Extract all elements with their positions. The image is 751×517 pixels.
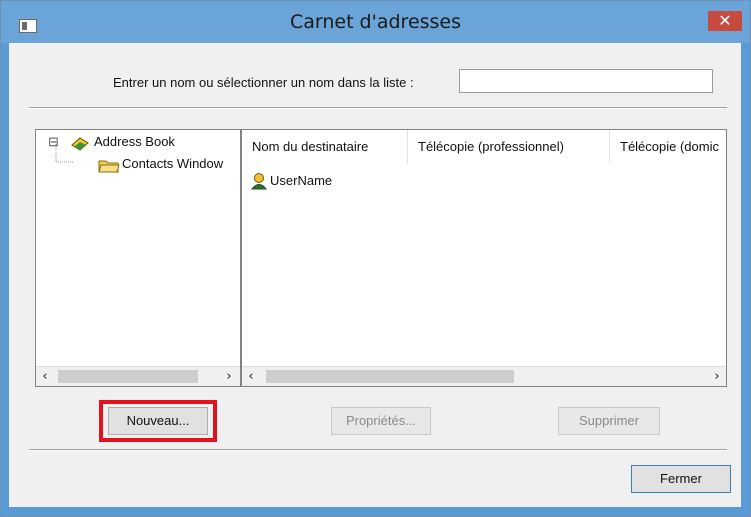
scroll-thumb[interactable] — [58, 370, 198, 383]
title-bar[interactable]: Carnet d'adresses ✕ — [1, 1, 750, 43]
column-header-recipient[interactable]: Nom du destinataire — [242, 130, 408, 164]
scroll-right-arrow-icon[interactable]: › — [708, 367, 726, 386]
scroll-left-arrow-icon[interactable]: ‹ — [36, 367, 54, 386]
bottom-separator — [29, 449, 727, 451]
address-book-dialog: Carnet d'adresses ✕ Entrer un nom ou sél… — [0, 0, 751, 517]
list-horizontal-scrollbar[interactable]: ‹ › — [242, 366, 726, 386]
tree-horizontal-scrollbar[interactable]: ‹ › — [36, 366, 240, 386]
column-header-fax-work[interactable]: Télécopie (professionnel) — [408, 130, 610, 164]
delete-button[interactable]: Supprimer — [558, 407, 660, 435]
dialog-body: Entrer un nom ou sélectionner un nom dan… — [9, 43, 741, 507]
folder-icon — [98, 160, 120, 173]
scroll-right-arrow-icon[interactable]: › — [220, 367, 238, 386]
top-separator — [29, 107, 727, 109]
close-button[interactable]: Fermer — [631, 465, 731, 493]
scroll-thumb[interactable] — [266, 370, 514, 383]
name-search-input[interactable] — [459, 69, 713, 93]
tree-item-contacts-window[interactable]: Contacts Window — [122, 156, 223, 171]
recipient-list[interactable]: Nom du destinataire Télécopie (professio… — [241, 129, 727, 387]
collapse-expander-icon[interactable]: ⊟ — [48, 134, 59, 150]
column-header-fax-home[interactable]: Télécopie (domic — [610, 130, 726, 164]
contact-name: UserName — [270, 173, 333, 188]
window-title: Carnet d'adresses — [289, 11, 462, 33]
contact-person-icon — [250, 173, 268, 190]
address-book-icon — [71, 137, 89, 151]
new-button-highlight — [99, 400, 217, 442]
close-window-button[interactable]: ✕ — [708, 11, 742, 31]
address-book-tree[interactable]: ⊟ Address Book Contacts Window ‹ › — [35, 129, 241, 387]
tree-item-address-book[interactable]: Address Book — [94, 134, 175, 149]
properties-button[interactable]: Propriétés... — [331, 407, 431, 435]
search-label: Entrer un nom ou sélectionner un nom dan… — [113, 75, 414, 90]
scroll-left-arrow-icon[interactable]: ‹ — [242, 367, 260, 386]
